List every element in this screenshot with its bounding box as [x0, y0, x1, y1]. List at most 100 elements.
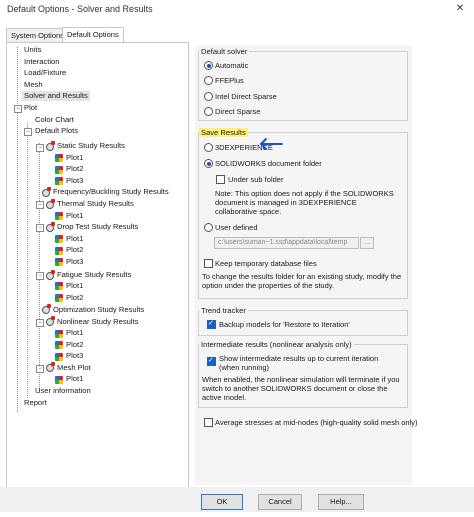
tree-item-fatigue-study-results[interactable]: Fatigue Study Results	[57, 270, 131, 280]
tree-item-plot[interactable]: Plot3	[66, 176, 83, 186]
solver-direct-sparse-label: Direct Sparse	[215, 107, 261, 116]
tree-item-mesh-plot[interactable]: Mesh Plot	[57, 363, 91, 373]
title-bar: Default Options - Solver and Results ✕	[0, 0, 474, 20]
tree-item-default-plots[interactable]: Default Plots	[35, 126, 78, 136]
tree-item-plot[interactable]: Plot3	[66, 257, 83, 267]
tree-item-color-chart[interactable]: Color Chart	[35, 115, 74, 125]
tree-item-plot[interactable]: Plot1	[66, 153, 83, 163]
cancel-button[interactable]: Cancel	[258, 494, 302, 510]
tree-item-frequency-buckling[interactable]: Frequency/Buckling Study Results	[53, 187, 169, 197]
plot-icon	[55, 282, 63, 290]
help-button[interactable]: Help...	[318, 494, 364, 510]
tree-item-plot[interactable]: Plot1	[66, 281, 83, 291]
study-icon	[46, 316, 55, 326]
tree-item-optimization-study-results[interactable]: Optimization Study Results	[53, 305, 144, 315]
plot-icon	[55, 353, 63, 361]
tab-system-options[interactable]: System Options	[6, 28, 69, 42]
collapse-icon[interactable]: −	[24, 128, 32, 136]
plot-icon	[55, 235, 63, 243]
plot-icon	[55, 294, 63, 302]
tree-item-plot[interactable]: Plot1	[66, 374, 83, 384]
ok-button[interactable]: OK	[201, 494, 243, 510]
tree-item-user-information[interactable]: User information	[35, 386, 91, 396]
collapse-icon[interactable]: −	[36, 144, 44, 152]
collapse-icon[interactable]: −	[36, 272, 44, 280]
tree-item-report[interactable]: Report	[24, 398, 47, 408]
options-tree: Units Interaction Load/Fixture Mesh Solv…	[6, 42, 189, 492]
collapse-icon[interactable]: −	[36, 201, 44, 209]
plot-icon	[55, 376, 63, 384]
tree-connector	[39, 143, 40, 393]
study-icon	[42, 304, 51, 314]
collapse-icon[interactable]: −	[36, 319, 44, 327]
tree-item-plot[interactable]: Plot1	[66, 234, 83, 244]
tree-item-static-study-results[interactable]: Static Study Results	[57, 141, 125, 151]
trend-tracker-title: Trend tracker	[199, 306, 248, 315]
tree-item-plot[interactable]: Plot	[24, 103, 37, 113]
study-icon	[46, 222, 55, 232]
keep-temp-db-label: Keep temporary database files	[215, 259, 317, 268]
tree-item-plot[interactable]: Plot2	[66, 293, 83, 303]
tree-item-nonlinear-study-results[interactable]: Nonlinear Study Results	[57, 317, 138, 327]
collapse-icon[interactable]: −	[14, 105, 22, 113]
plot-icon	[55, 258, 63, 266]
save-results-note: Note: This option does not apply if the …	[215, 189, 394, 216]
solver-intel-radio[interactable]	[204, 92, 213, 101]
tree-item-plot[interactable]: Plot1	[66, 328, 83, 338]
save-user-defined-radio[interactable]	[204, 223, 213, 232]
show-intermediate-label: Show intermediate results up to current …	[219, 354, 379, 372]
tree-item-plot[interactable]: Plot3	[66, 351, 83, 361]
study-icon	[46, 270, 55, 280]
under-sub-folder-checkbox[interactable]	[216, 175, 225, 184]
solver-intel-label: Intel Direct Sparse	[215, 92, 277, 101]
show-intermediate-checkbox[interactable]	[207, 356, 216, 366]
settings-panel: Default solver Automatic FFEPlus Intel D…	[195, 45, 417, 485]
save-document-folder-label: SOLIDWORKS document folder	[215, 159, 322, 168]
solver-ffeplus-label: FFEPlus	[215, 76, 244, 85]
browse-button[interactable]: ...	[360, 237, 374, 249]
under-sub-folder-label: Under sub folder	[228, 175, 284, 184]
tree-item-interaction[interactable]: Interaction	[24, 57, 59, 67]
average-stresses-checkbox[interactable]	[204, 418, 213, 427]
save-results-title: Save Results	[199, 128, 248, 137]
results-path-input[interactable]: c:\users\suman~1.ssd\appdata\local\temp	[214, 237, 359, 249]
tab-default-options[interactable]: Default Options	[62, 27, 124, 43]
tree-item-load-fixture[interactable]: Load/Fixture	[24, 68, 66, 78]
keep-temp-db-checkbox[interactable]	[204, 259, 213, 268]
plot-icon	[55, 177, 63, 185]
tree-item-plot[interactable]: Plot2	[66, 340, 83, 350]
study-icon	[42, 187, 51, 197]
annotation-arrow-icon	[259, 138, 283, 150]
tree-item-drop-test-study-results[interactable]: Drop Test Study Results	[57, 222, 138, 232]
plot-icon	[55, 166, 63, 174]
solver-direct-sparse-radio[interactable]	[204, 107, 213, 116]
collapse-icon[interactable]: −	[36, 224, 44, 232]
backup-models-checkbox[interactable]	[207, 319, 216, 329]
backup-models-label: Backup models for 'Restore to Iteration'	[219, 320, 350, 329]
save-3dexperience-radio[interactable]	[204, 143, 213, 152]
solver-automatic-label: Automatic	[215, 61, 249, 70]
tree-item-plot[interactable]: Plot2	[66, 164, 83, 174]
tree-item-mesh[interactable]: Mesh	[24, 80, 43, 90]
tree-item-plot[interactable]: Plot2	[66, 245, 83, 255]
intermediate-results-title: Intermediate results (nonlinear analysis…	[199, 340, 354, 349]
tree-item-solver-and-results[interactable]: Solver and Results	[22, 91, 90, 101]
close-icon[interactable]: ✕	[451, 2, 469, 16]
window-title: Default Options - Solver and Results	[7, 4, 153, 14]
plot-icon	[55, 154, 63, 162]
collapse-icon[interactable]: −	[36, 365, 44, 373]
study-icon	[46, 362, 55, 372]
solver-ffeplus-radio[interactable]	[204, 76, 213, 85]
tree-item-units[interactable]: Units	[24, 45, 41, 55]
study-icon	[46, 141, 55, 151]
study-icon	[46, 199, 55, 209]
solver-automatic-radio[interactable]	[204, 61, 213, 70]
plot-icon	[55, 341, 63, 349]
save-document-folder-radio[interactable]	[204, 159, 213, 168]
intermediate-note: When enabled, the nonlinear simulation w…	[202, 375, 400, 402]
tree-item-thermal-study-results[interactable]: Thermal Study Results	[57, 199, 134, 209]
results-folder-info: To change the results folder for an exis…	[202, 272, 402, 290]
tree-item-plot[interactable]: Plot1	[66, 211, 83, 221]
plot-icon	[55, 247, 63, 255]
plot-icon	[55, 330, 63, 338]
